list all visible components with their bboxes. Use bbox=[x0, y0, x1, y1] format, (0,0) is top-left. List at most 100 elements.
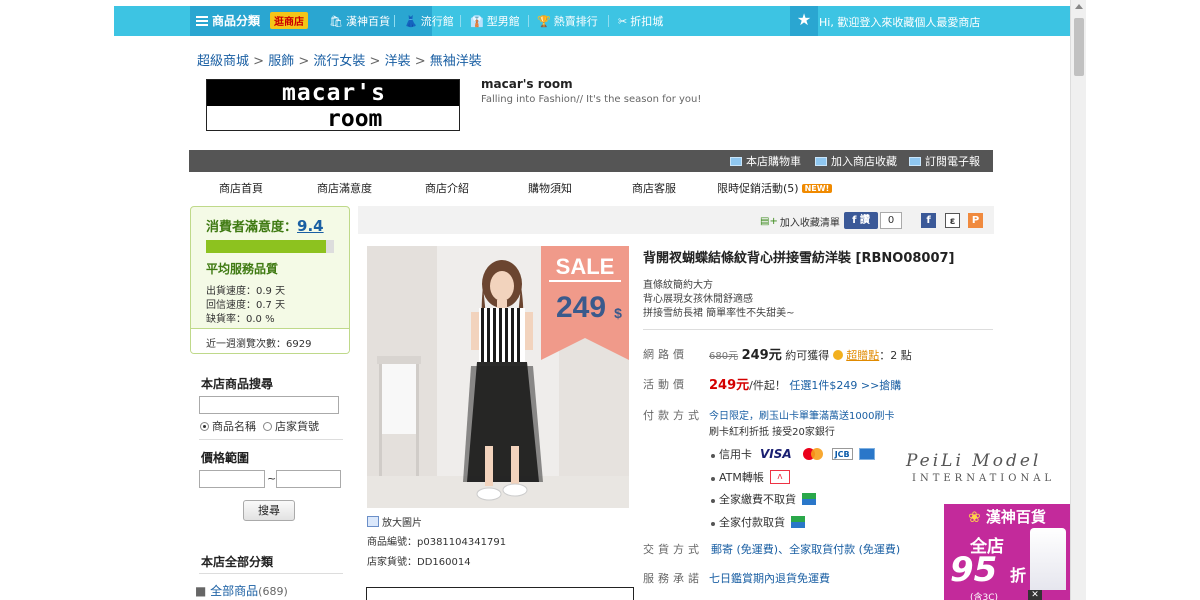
cosmetics-image bbox=[1030, 528, 1066, 590]
nav-men[interactable]: 👔 型男館 bbox=[470, 13, 520, 29]
welcome-message[interactable]: Hi, 歡迎登入來收藏個人最愛商店 bbox=[819, 14, 980, 30]
shirt-icon: 👔 bbox=[470, 14, 484, 28]
nav-ranking[interactable]: 🏆 熱賣排行 bbox=[537, 13, 598, 29]
mastercard-icon bbox=[802, 448, 823, 460]
familymart-icon bbox=[802, 493, 816, 505]
radio-sku[interactable] bbox=[263, 421, 272, 431]
price-range-title: 價格範圍 bbox=[201, 451, 250, 465]
nav-fashion[interactable]: 👗 流行館 bbox=[404, 13, 454, 29]
nav-hanshin[interactable]: 🛍 漢神百貨 bbox=[329, 13, 390, 29]
store-nav-intro[interactable]: 商店介紹 bbox=[425, 180, 469, 196]
page-gutter bbox=[0, 0, 114, 600]
facebook-like-button[interactable]: f 讚 bbox=[844, 212, 878, 229]
product-desc-line: 拼接雪紡長裙 簡單率性不失甜美~ bbox=[643, 308, 795, 319]
shop-logo[interactable]: macar's room bbox=[206, 79, 460, 131]
nav-label: 型男館 bbox=[486, 15, 520, 28]
satisfaction-panel: 消費者滿意度：9.4 平均服務品質 出貨速度：0.9 天 回信速度：0.7 天 … bbox=[190, 206, 350, 354]
points-link[interactable]: 超贈點 bbox=[846, 349, 879, 362]
price-max-input[interactable] bbox=[276, 470, 341, 488]
top-navigation-bar: 商品分類 逛商店 🛍 漢神百貨 👗 流行館 👔 型男館 🏆 熱賣排行 ✂ 折扣城 ★ Hi… bbox=[114, 6, 1070, 36]
page-scrollbar[interactable] bbox=[1070, 0, 1086, 600]
trophy-icon: 🏆 bbox=[537, 14, 551, 28]
dress-icon: 👗 bbox=[404, 14, 418, 28]
payment-item-label: 信用卡 bbox=[719, 448, 752, 461]
payment-item-label: 全家繳費不取貨 bbox=[719, 493, 796, 506]
category-menu-label: 商品分類 bbox=[212, 14, 261, 28]
points-value: ：2 點 bbox=[879, 349, 912, 362]
nav-label: 熱賣排行 bbox=[553, 15, 598, 28]
add-store-fav-link[interactable]: 加入商店收藏 bbox=[815, 153, 897, 169]
store-search-input[interactable] bbox=[199, 396, 339, 414]
ad-brand-label: 漢神百貨 bbox=[985, 508, 1046, 526]
payment-promo-2: 刷卡紅利折抵 接受20家銀行 bbox=[709, 427, 835, 438]
favorite-icon bbox=[815, 156, 827, 166]
store-nav-home[interactable]: 商店首頁 bbox=[219, 180, 263, 196]
browse-stores-button[interactable]: 逛商店 bbox=[270, 12, 308, 29]
star-icon[interactable]: ★ bbox=[790, 6, 818, 36]
breadcrumb-link[interactable]: 服飾 bbox=[268, 54, 294, 69]
breadcrumb-link[interactable]: 超級商城 bbox=[197, 54, 249, 69]
event-link[interactable]: 任選1件$249 >>搶購 bbox=[789, 379, 901, 392]
share-p-icon[interactable]: P bbox=[968, 213, 983, 228]
ad-close-icon[interactable]: ✕ bbox=[1028, 590, 1042, 600]
radio-name[interactable] bbox=[200, 421, 209, 431]
nav-label: 折扣城 bbox=[630, 15, 664, 28]
points-text: 約可獲得 bbox=[785, 349, 830, 362]
event-price-label: 活動價 bbox=[643, 378, 688, 391]
add-to-wishlist-link[interactable]: ▤+ 加入收藏清單 bbox=[760, 214, 840, 229]
plurk-icon[interactable]: ε bbox=[945, 213, 960, 228]
breadcrumb-link[interactable]: 流行女裝 bbox=[313, 54, 365, 69]
nav-discount[interactable]: ✂ 折扣城 bbox=[618, 13, 663, 29]
breadcrumb-link[interactable]: 無袖洋裝 bbox=[430, 54, 482, 69]
service-quality-title: 平均服務品質 bbox=[206, 262, 279, 276]
radio-name-label: 商品名稱 bbox=[212, 420, 256, 433]
payment-familymart-pickup: 全家付款取貨 bbox=[711, 514, 805, 530]
satisfaction-score[interactable]: 9.4 bbox=[297, 217, 324, 235]
scroll-up-icon[interactable] bbox=[1075, 4, 1083, 9]
mail-icon bbox=[909, 156, 921, 166]
store-nav-promotions[interactable]: 限時促銷活動(5) NEW! bbox=[717, 180, 833, 196]
search-button[interactable]: 搜尋 bbox=[243, 500, 295, 521]
category-all-label: 全部商品 bbox=[210, 584, 259, 598]
satisfaction-title-label: 消費者滿意度： bbox=[206, 220, 298, 235]
payment-atm: ATM轉帳 ʌ bbox=[711, 469, 790, 485]
satisfaction-title: 消費者滿意度：9.4 bbox=[206, 216, 324, 235]
sale-price: 249 bbox=[556, 291, 606, 324]
original-price: 680元 bbox=[709, 351, 739, 362]
breadcrumb-separator: > bbox=[294, 54, 314, 69]
radio-sku-label: 店家貨號 bbox=[275, 420, 319, 433]
subscribe-label: 訂閱電子報 bbox=[925, 155, 980, 168]
facebook-icon[interactable]: f bbox=[921, 213, 936, 228]
store-nav-satisfaction[interactable]: 商店滿意度 bbox=[317, 180, 372, 196]
payment-familymart-pay: 全家繳費不取貨 bbox=[711, 491, 816, 507]
ad-banner[interactable]: ❀ 漢神百貨 全店 95 折 (含3C) bbox=[944, 504, 1070, 600]
new-badge: NEW! bbox=[801, 184, 833, 193]
event-price-row: 249元/件起！ 任選1件$249 >>搶購 bbox=[709, 374, 901, 393]
store-nav-service[interactable]: 商店客服 bbox=[632, 180, 676, 196]
store-toolbar: 本店購物車 加入商店收藏 訂閱電子報 bbox=[189, 150, 993, 172]
breadcrumb-link[interactable]: 洋裝 bbox=[385, 54, 411, 69]
payment-label: 付款方式 bbox=[643, 409, 703, 422]
watermark-line-1: PeiLi Model bbox=[906, 451, 1042, 471]
logo-line-1: macar's bbox=[207, 80, 459, 106]
breadcrumb-separator: > bbox=[410, 54, 430, 69]
familymart-icon bbox=[791, 516, 805, 528]
scrollbar-thumb[interactable] bbox=[1074, 18, 1084, 76]
store-search-title: 本店商品搜尋 bbox=[201, 377, 274, 391]
bullet-icon bbox=[711, 499, 715, 503]
cart-icon bbox=[730, 156, 742, 166]
price-min-input[interactable] bbox=[199, 470, 265, 488]
scissors-icon: ✂ bbox=[618, 14, 628, 28]
payment-promo-1[interactable]: 今日限定，刷玉山卡單筆滿萬送1000刷卡 bbox=[709, 407, 894, 422]
category-menu-button[interactable]: 商品分類 bbox=[196, 12, 260, 29]
category-all-link[interactable]: ■ 全部商品(689) bbox=[195, 582, 288, 599]
payment-credit-card: 信用卡 VISA JCB bbox=[711, 446, 875, 462]
bullet-icon bbox=[711, 454, 715, 458]
product-desc-line: 直條紋簡約大方 bbox=[643, 280, 713, 291]
bullet-icon bbox=[711, 477, 715, 481]
store-cart-link[interactable]: 本店購物車 bbox=[730, 153, 801, 169]
nav-divider bbox=[608, 15, 609, 27]
store-nav-shopping-info[interactable]: 購物須知 bbox=[528, 180, 572, 196]
zoom-image-link[interactable]: 放大圖片 bbox=[367, 514, 422, 529]
subscribe-link[interactable]: 訂閱電子報 bbox=[909, 153, 980, 169]
